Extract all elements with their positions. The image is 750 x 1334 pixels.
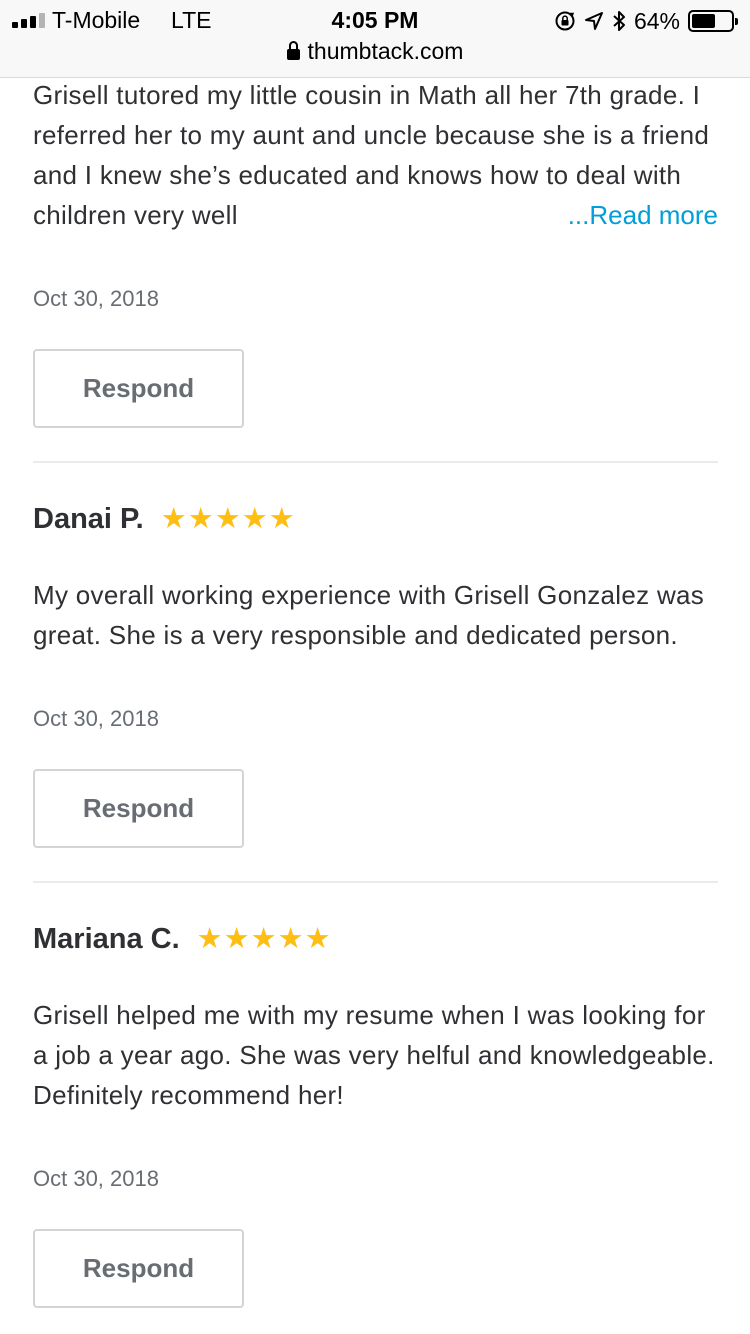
star-icon: ★ [196,922,223,955]
divider [33,461,718,463]
star-rating: ★ ★ ★ ★ ★ [160,502,295,535]
lock-icon [286,41,300,60]
star-rating: ★ ★ ★ ★ ★ [196,922,331,955]
star-icon: ★ [250,922,277,955]
bluetooth-icon [613,11,625,31]
review-date: Oct 30, 2018 [33,706,159,731]
review-date: Oct 30, 2018 [33,1166,159,1191]
review-date: Oct 30, 2018 [33,286,159,311]
reviews-list: Grisell tutored my little cousin in Math… [33,78,718,1308]
url-text: thumbtack.com [307,38,464,64]
divider [33,881,718,883]
star-icon: ★ [214,502,241,535]
star-icon: ★ [223,922,250,955]
star-icon: ★ [187,502,214,535]
orientation-lock-icon [555,11,575,31]
battery-percentage: 64% [633,7,680,34]
battery-icon [688,10,738,32]
review-text-truncated: Grisell tutored my little cousin in Math… [33,75,718,235]
star-icon: ★ [241,502,268,535]
star-icon: ★ [160,502,187,535]
review-item: Grisell tutored my little cousin in Math… [33,75,718,428]
star-icon: ★ [304,922,331,955]
reviewer-name: Danai P. [33,502,144,535]
review-item: Danai P. ★ ★ ★ ★ ★ My overall working experi… [33,499,718,848]
url-bar[interactable]: thumbtack.com [0,38,750,65]
reviewer-name: Mariana C. [33,922,180,955]
read-more-link[interactable]: ...Read more [568,200,718,230]
star-icon: ★ [277,922,304,955]
respond-button[interactable]: Respond [33,769,244,848]
location-arrow-icon [584,12,603,30]
star-icon: ★ [268,502,295,535]
review-item: Mariana C. ★ ★ ★ ★ ★ Grisell helped me with … [33,919,718,1308]
review-text: My overall working experience with Grise… [33,580,705,650]
respond-button[interactable]: Respond [33,349,244,428]
respond-button[interactable]: Respond [33,1229,244,1308]
ios-status-bar: T-Mobile LTE 4:05 PM 64% thumbtack.com [0,0,750,78]
review-text: Grisell helped me with my resume when I … [33,1000,715,1110]
